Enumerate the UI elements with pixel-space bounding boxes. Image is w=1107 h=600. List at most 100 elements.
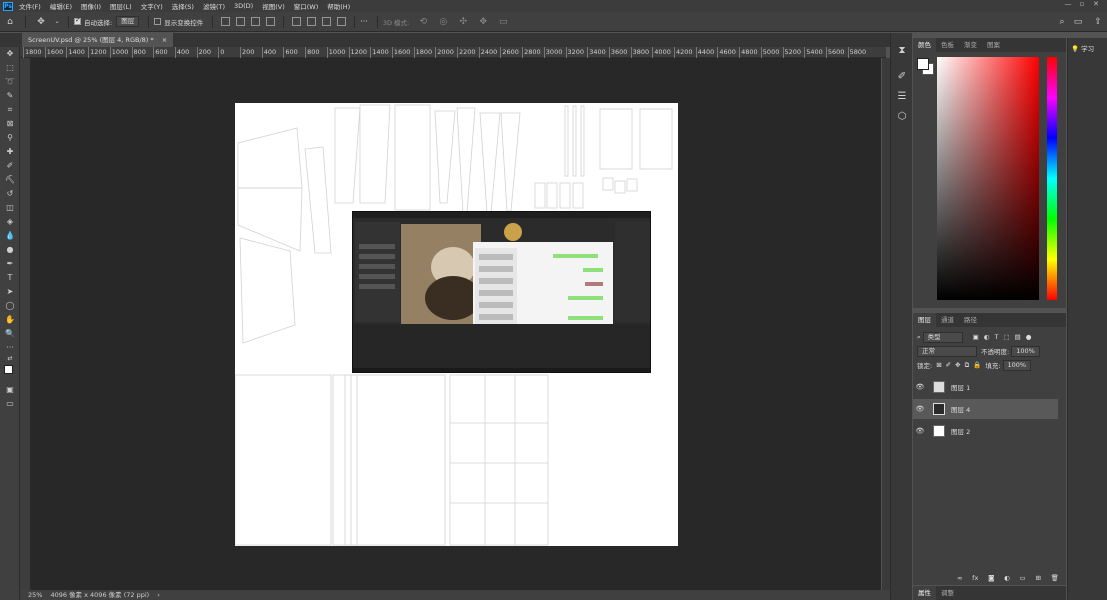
lock-position-icon[interactable]: ✥: [955, 361, 960, 369]
layer-row[interactable]: 👁 图层 1: [913, 377, 1058, 397]
history-panel-icon[interactable]: ⧗: [891, 41, 913, 61]
auto-select-target-dropdown[interactable]: 图层: [116, 16, 140, 27]
link-icon[interactable]: ∞: [957, 574, 962, 582]
hand-tool-icon[interactable]: ✋: [0, 313, 20, 327]
filter-shape-icon[interactable]: ⬚: [1003, 333, 1009, 341]
filter-type-icon[interactable]: T: [994, 333, 998, 341]
menu-select[interactable]: 选择(S): [172, 1, 194, 11]
mask-icon[interactable]: ◙: [988, 574, 994, 582]
tab-adjustments[interactable]: 调整: [936, 586, 959, 600]
workspace-icon[interactable]: ▭: [1071, 15, 1085, 29]
new-layer-icon[interactable]: ⊞: [1035, 574, 1040, 582]
tab-layers[interactable]: 图层: [913, 313, 936, 327]
menu-window[interactable]: 窗口(W): [294, 1, 319, 11]
dodge-tool-icon[interactable]: ●: [0, 243, 20, 257]
maximize-button[interactable]: ▫: [1075, 0, 1089, 8]
vertical-scrollbar[interactable]: [882, 58, 890, 590]
type-tool-icon[interactable]: T: [0, 271, 20, 285]
distribute-icon[interactable]: [266, 17, 276, 26]
menu-layer[interactable]: 图层(L): [110, 1, 132, 11]
tab-properties[interactable]: 属性: [913, 586, 936, 600]
brush-settings-icon[interactable]: ✐: [891, 67, 913, 87]
color-picker-field[interactable]: [937, 57, 1039, 300]
lock-transparent-icon[interactable]: ⊠: [936, 361, 941, 369]
hue-slider[interactable]: [1047, 57, 1057, 300]
home-icon[interactable]: ⌂: [3, 15, 17, 29]
color-swatches[interactable]: [0, 363, 20, 383]
lock-all-icon[interactable]: 🔒: [973, 361, 981, 369]
clone-stamp-tool-icon[interactable]: ⛏: [0, 173, 20, 187]
menu-filter[interactable]: 滤镜(T): [203, 1, 225, 11]
align-center-icon[interactable]: [236, 17, 246, 26]
tab-color[interactable]: 颜色: [913, 38, 936, 52]
trash-icon[interactable]: 🗑: [1051, 574, 1059, 582]
menu-3d[interactable]: 3D(D): [234, 2, 253, 10]
eyedropper-tool-icon[interactable]: ⚲: [0, 131, 20, 145]
close-tab-button[interactable]: ×: [162, 36, 167, 44]
menu-edit[interactable]: 编辑(E): [50, 1, 72, 11]
fx-icon[interactable]: fx: [972, 574, 978, 582]
3d-panel-icon[interactable]: ⬡: [891, 107, 913, 127]
layer-filter-dropdown[interactable]: 类型: [922, 331, 963, 343]
opacity-input[interactable]: 100%: [1011, 345, 1040, 357]
tab-paths[interactable]: 路径: [959, 313, 982, 327]
chevron-down-icon[interactable]: ⌄: [54, 15, 60, 29]
swap-colors-icon[interactable]: ⇄: [0, 355, 20, 363]
shape-tool-icon[interactable]: ◯: [0, 299, 20, 313]
3d-slide-icon[interactable]: ✥: [476, 15, 490, 29]
more-tools-icon[interactable]: ···: [0, 341, 20, 355]
3d-roll-icon[interactable]: ◎: [436, 15, 450, 29]
move-tool-icon[interactable]: ✥: [34, 15, 48, 29]
healing-brush-tool-icon[interactable]: ✚: [0, 145, 20, 159]
folder-icon[interactable]: ▭: [1020, 574, 1026, 582]
menu-file[interactable]: 文件(F): [19, 1, 41, 11]
filter-smart-object-icon[interactable]: ▤: [1015, 333, 1021, 341]
blend-mode-dropdown[interactable]: 正常: [917, 345, 977, 357]
align-middle-icon[interactable]: [307, 17, 317, 26]
filter-adjustment-icon[interactable]: ◐: [984, 333, 990, 341]
minimize-button[interactable]: —: [1061, 0, 1075, 8]
document-tab[interactable]: ScreenUV.psd @ 25% (图层 4, RGB/8) * ×: [22, 33, 174, 47]
align-top-icon[interactable]: [292, 17, 302, 26]
tab-channels[interactable]: 通道: [936, 313, 959, 327]
status-menu-arrow[interactable]: ›: [157, 590, 160, 600]
menu-help[interactable]: 帮助(H): [327, 1, 350, 11]
tab-patterns[interactable]: 图案: [982, 38, 1005, 52]
menu-view[interactable]: 视图(V): [262, 1, 285, 11]
lock-image-icon[interactable]: ✐: [946, 361, 951, 369]
show-transform-checkbox[interactable]: [154, 18, 162, 25]
screen-mode-icon[interactable]: ▭: [0, 397, 20, 411]
layer-row[interactable]: 👁 图层 4: [913, 399, 1058, 419]
auto-select-checkbox[interactable]: [74, 16, 81, 25]
share-icon[interactable]: ⇪: [1091, 15, 1105, 29]
move-tool-icon[interactable]: ✥: [0, 47, 20, 61]
layer-row[interactable]: 👁 图层 2: [913, 421, 1058, 441]
menu-type[interactable]: 文字(Y): [141, 1, 163, 11]
tab-swatches[interactable]: 色板: [936, 38, 959, 52]
crop-tool-icon[interactable]: ⌗: [0, 103, 20, 117]
align-bottom-icon[interactable]: [322, 17, 332, 26]
blur-tool-icon[interactable]: 💧: [0, 229, 20, 243]
lock-artboard-icon[interactable]: ⧉: [965, 361, 970, 370]
eye-icon[interactable]: 👁: [913, 383, 927, 391]
history-brush-tool-icon[interactable]: ↺: [0, 187, 20, 201]
foreground-color-swatch[interactable]: [4, 365, 13, 374]
filter-pixel-icon[interactable]: ▣: [973, 333, 979, 341]
foreground-color-swatch[interactable]: [917, 58, 929, 70]
paint-bucket-tool-icon[interactable]: ◈: [0, 215, 20, 229]
eye-icon[interactable]: 👁: [913, 427, 927, 435]
3d-rotate-icon[interactable]: ⟲: [416, 15, 430, 29]
adjustment-icon[interactable]: ◐: [1004, 574, 1010, 582]
eraser-tool-icon[interactable]: ◫: [0, 201, 20, 215]
close-window-button[interactable]: ✕: [1089, 0, 1103, 8]
brush-tool-icon[interactable]: ✐: [0, 159, 20, 173]
zoom-tool-icon[interactable]: 🔍: [0, 327, 20, 341]
align-left-icon[interactable]: [221, 17, 231, 26]
learn-button[interactable]: 💡 学习: [1071, 42, 1105, 56]
frame-tool-icon[interactable]: ⊠: [0, 117, 20, 131]
marquee-tool-icon[interactable]: ⬚: [0, 61, 20, 75]
pen-tool-icon[interactable]: ✒: [0, 257, 20, 271]
zoom-level[interactable]: 25%: [28, 590, 42, 600]
quick-select-tool-icon[interactable]: ✎: [0, 89, 20, 103]
quick-mask-icon[interactable]: ▣: [0, 383, 20, 397]
